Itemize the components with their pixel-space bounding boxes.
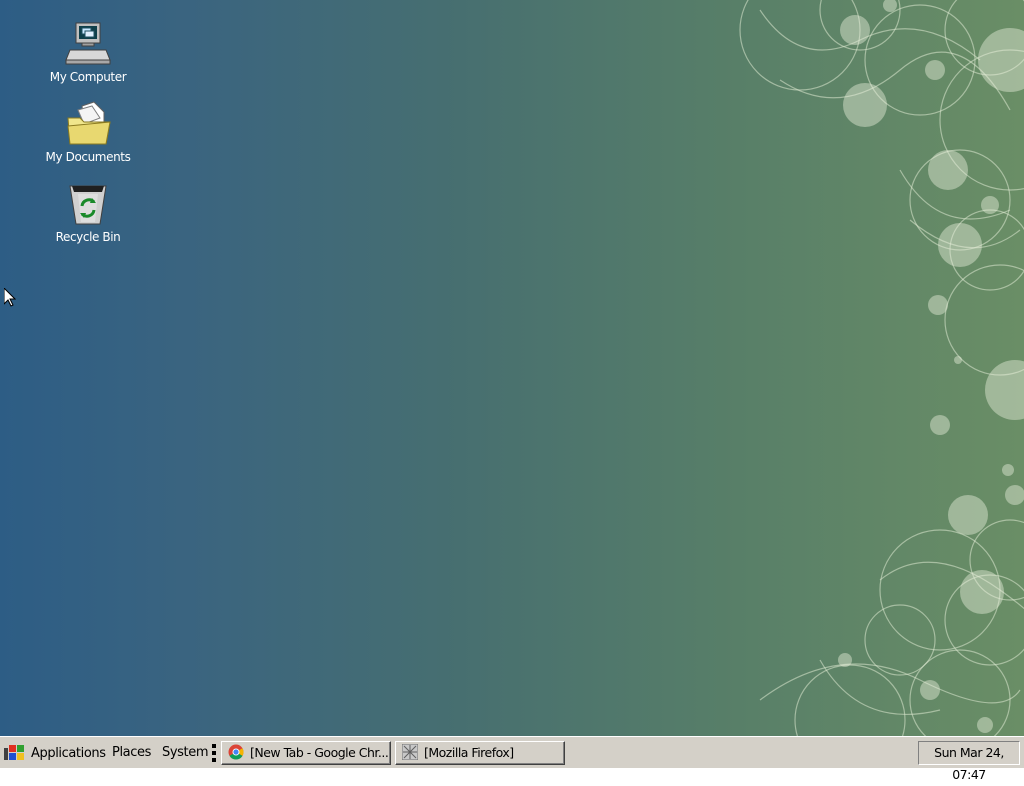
- desktop-icon-label: Recycle Bin: [55, 230, 121, 244]
- panel-drag-handle[interactable]: [212, 744, 216, 762]
- chrome-icon: [228, 744, 244, 760]
- desktop[interactable]: My Computer My Documents Recycle Bin: [0, 0, 1024, 736]
- system-menu[interactable]: System: [162, 744, 208, 762]
- firefox-icon: [402, 744, 418, 760]
- taskbar-button-chrome[interactable]: [New Tab - Google Chr...: [221, 741, 391, 765]
- taskbar-button-label: [Mozilla Firefox]: [424, 745, 514, 760]
- taskbar-button-firefox[interactable]: [Mozilla Firefox]: [395, 741, 565, 765]
- taskbar: Applications Places System [New Tab - Go…: [0, 736, 1024, 782]
- places-menu[interactable]: Places: [112, 744, 151, 762]
- desktop-icon-recycle-bin[interactable]: Recycle Bin: [38, 180, 138, 244]
- taskbar-button-label: [New Tab - Google Chr...: [250, 745, 389, 760]
- applications-menu-icon: [4, 745, 24, 760]
- computer-icon: [65, 22, 111, 65]
- desktop-icon-label: My Documents: [45, 150, 131, 164]
- applications-menu[interactable]: Applications: [4, 744, 106, 762]
- mouse-pointer-icon: [4, 288, 16, 307]
- wallpaper-decoration: [739, 0, 1024, 736]
- recycle-bin-icon: [69, 185, 107, 225]
- desktop-icon-label: My Computer: [49, 70, 127, 84]
- folder-icon: [67, 101, 111, 145]
- applications-menu-label: Applications: [31, 746, 106, 761]
- desktop-icon-my-computer[interactable]: My Computer: [38, 20, 138, 84]
- desktop-icon-my-documents[interactable]: My Documents: [38, 100, 138, 164]
- clock[interactable]: Sun Mar 24, 07:47: [918, 741, 1020, 782]
